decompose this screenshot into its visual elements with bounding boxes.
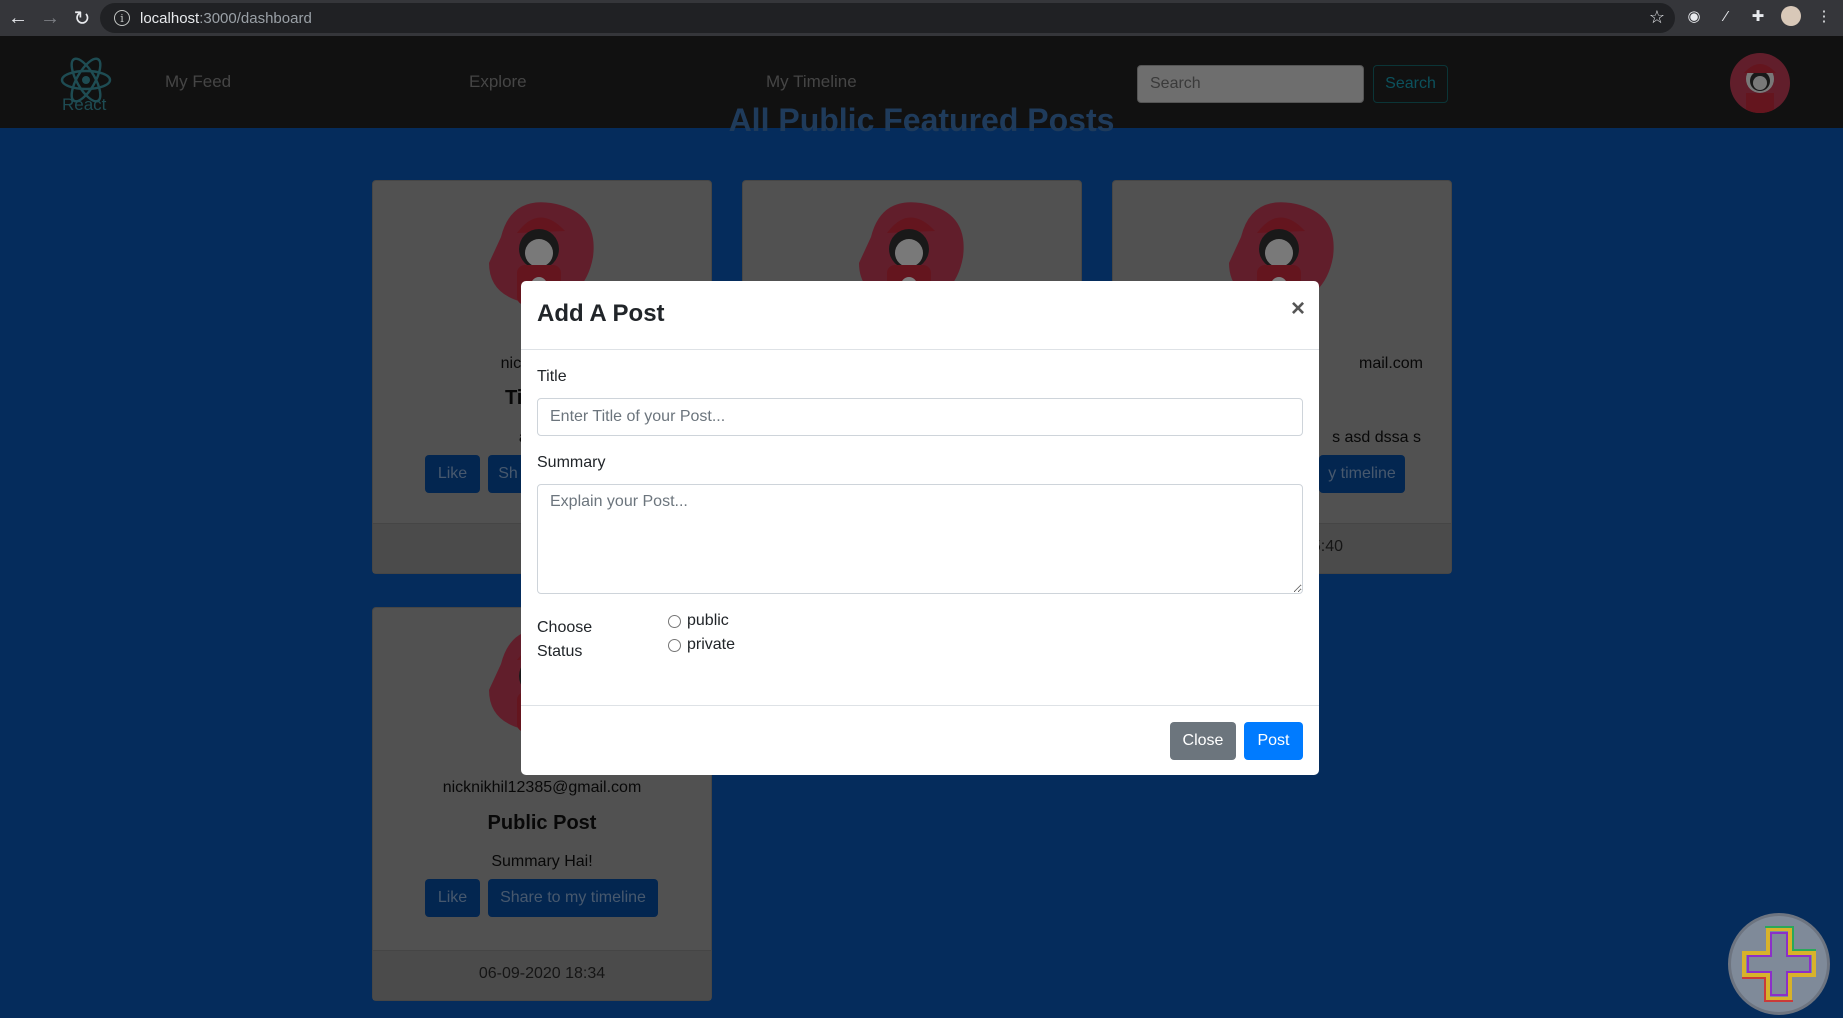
title-input[interactable] — [537, 398, 1303, 436]
radio-public[interactable] — [668, 614, 681, 628]
modal-footer: Close Post — [521, 705, 1319, 775]
close-button[interactable]: Close — [1170, 722, 1236, 760]
add-post-fab[interactable] — [1728, 913, 1830, 1015]
radio-private-label[interactable]: private — [687, 636, 735, 654]
extension-icon[interactable]: ⁄ — [1717, 7, 1735, 25]
add-post-modal: Add A Post × Title Summary Choose Status… — [521, 281, 1319, 775]
puzzle-icon[interactable]: ✚ — [1749, 7, 1767, 25]
reload-icon[interactable]: ↻ — [68, 4, 96, 32]
profile-avatar[interactable] — [1781, 6, 1801, 26]
extension-icon[interactable]: ◉ — [1685, 7, 1703, 25]
menu-icon[interactable]: ⋮ — [1815, 7, 1833, 25]
radio-public-label[interactable]: public — [687, 612, 729, 630]
status-label-choose: Choose — [537, 619, 593, 636]
status-option-private[interactable]: private — [668, 636, 735, 654]
summary-textarea[interactable] — [537, 484, 1303, 594]
modal-title: Add A Post — [537, 300, 665, 327]
url-host: localhost — [140, 9, 200, 27]
post-button[interactable]: Post — [1244, 722, 1303, 760]
browser-toolbar: ← → ↻ i localhost:3000/dashboard ☆ ◉ ⁄ ✚… — [0, 0, 1843, 36]
status-label-status: Status — [537, 643, 583, 660]
radio-private[interactable] — [668, 638, 681, 652]
extension-area: ◉ ⁄ ✚ ⋮ — [1685, 6, 1833, 26]
title-label: Title — [537, 368, 567, 385]
forward-arrow-icon[interactable]: → — [36, 4, 64, 32]
back-arrow-icon[interactable]: ← — [4, 4, 32, 32]
modal-header: Add A Post × — [521, 281, 1319, 350]
close-icon[interactable]: × — [1291, 295, 1305, 323]
add-post-icon — [1742, 926, 1816, 1002]
star-icon[interactable]: ☆ — [1649, 7, 1665, 28]
info-icon[interactable]: i — [114, 10, 130, 26]
status-option-public[interactable]: public — [668, 612, 729, 630]
url-path: :3000/dashboard — [199, 9, 312, 27]
summary-label: Summary — [537, 454, 606, 471]
address-bar[interactable]: i localhost:3000/dashboard ☆ — [100, 3, 1675, 33]
